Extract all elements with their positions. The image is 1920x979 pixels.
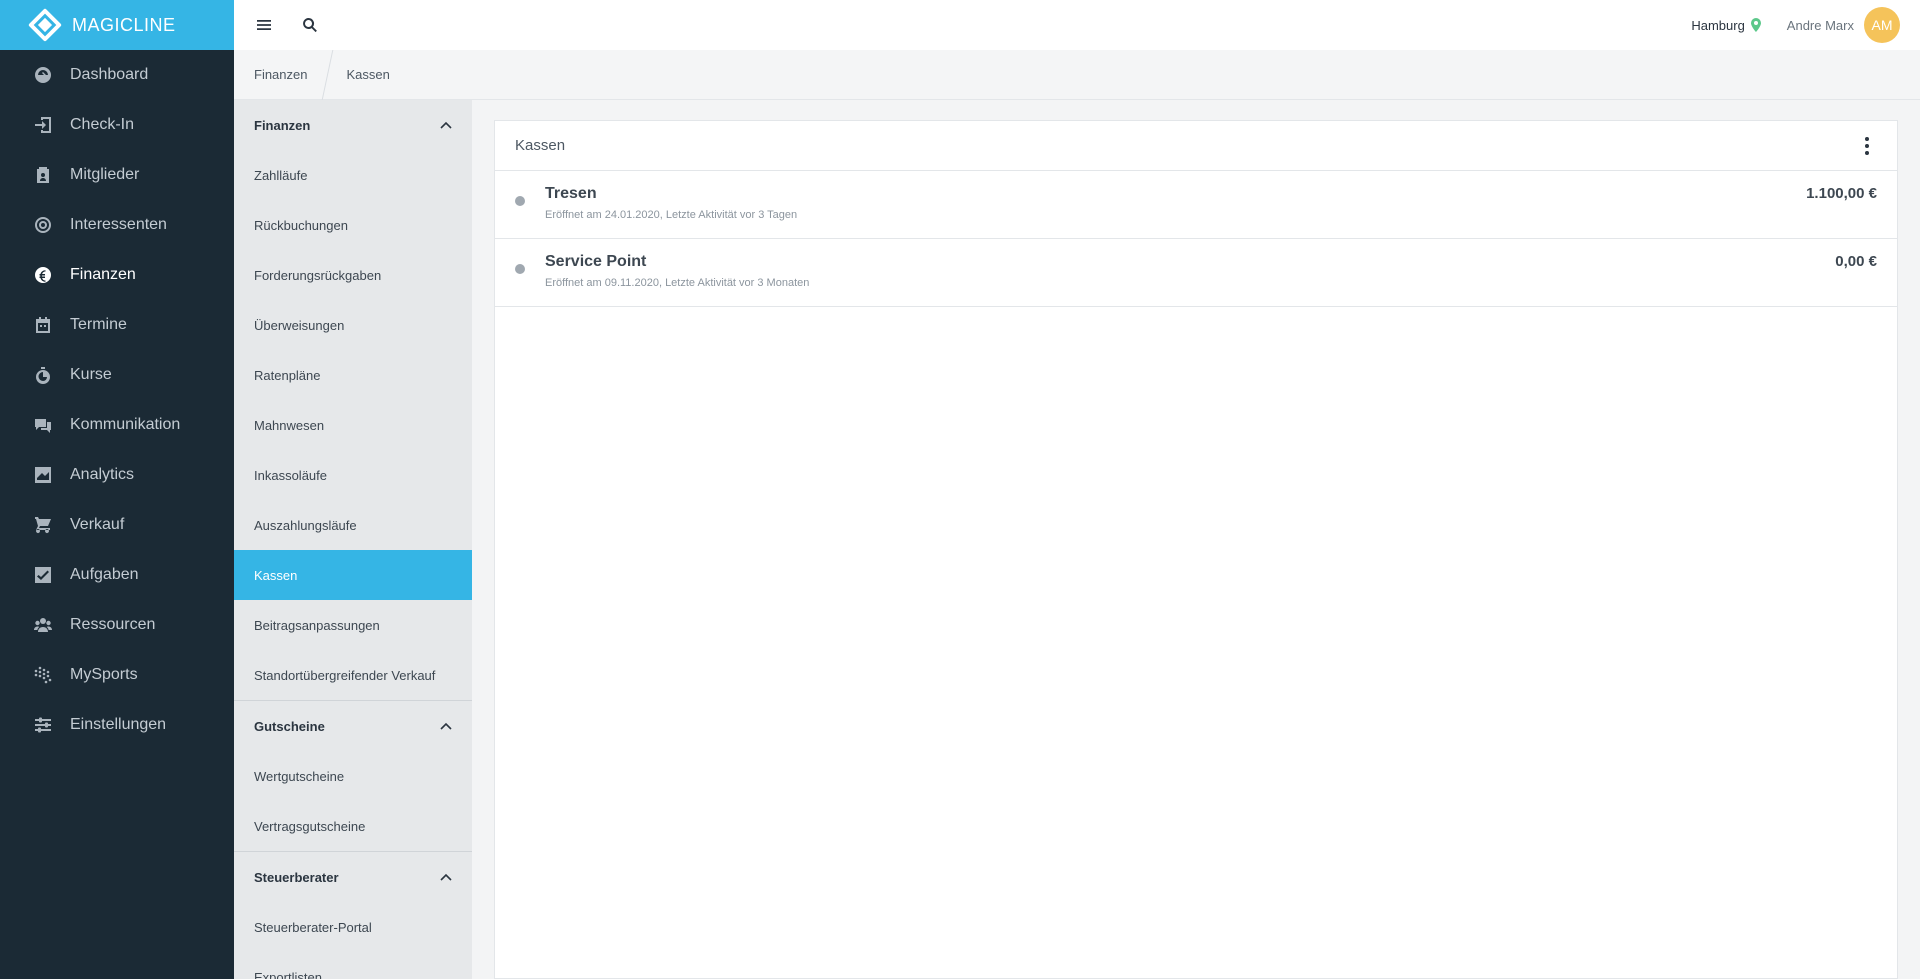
main-nav: Dashboard Check-In Mitglieder Interessen… <box>0 50 234 750</box>
panel-header: Kassen <box>495 121 1897 171</box>
sidebar-item-label: Dashboard <box>70 66 149 83</box>
register-amount: 0,00 € <box>1835 253 1877 270</box>
list-item[interactable]: Tresen Eröffnet am 24.01.2020, Letzte Ak… <box>495 171 1897 239</box>
subnav-item-standortuebergreifender-verkauf[interactable]: Standortübergreifender Verkauf <box>234 650 472 700</box>
sliders-icon <box>34 716 52 734</box>
sidebar-item-interessenten[interactable]: Interessenten <box>0 200 234 250</box>
breadcrumb-item-finanzen[interactable]: Finanzen <box>234 67 307 82</box>
sidebar-item-label: Ressourcen <box>70 616 156 633</box>
register-amount: 1.100,00 € <box>1806 185 1877 202</box>
subnav-section-title: Gutscheine <box>254 718 325 734</box>
search-icon[interactable] <box>301 16 319 34</box>
sidebar-item-ressourcen[interactable]: Ressourcen <box>0 600 234 650</box>
check-in-icon <box>34 116 52 134</box>
status-dot-icon <box>515 196 525 206</box>
sidebar-item-mysports[interactable]: MySports <box>0 650 234 700</box>
sidebar-item-label: Einstellungen <box>70 716 167 733</box>
top-bar: Hamburg Andre Marx AM <box>234 0 1920 50</box>
subnav-item-zahllaeufe[interactable]: Zahlläufe <box>234 150 472 200</box>
subnav-item-rueckbuchungen[interactable]: Rückbuchungen <box>234 200 472 250</box>
calendar-icon <box>34 316 52 334</box>
subnav-section-title: Finanzen <box>254 117 311 133</box>
sidebar-item-kommunikation[interactable]: Kommunikation <box>0 400 234 450</box>
location-label: Hamburg <box>1691 17 1745 33</box>
list-item[interactable]: Service Point Eröffnet am 09.11.2020, Le… <box>495 239 1897 307</box>
subnav-item-vertragsgutscheine[interactable]: Vertragsgutscheine <box>234 801 472 851</box>
subnav-section-finanzen[interactable]: Finanzen <box>234 100 472 150</box>
subnav-item-ueberweisungen[interactable]: Überweisungen <box>234 300 472 350</box>
sidebar-item-label: Mitglieder <box>70 166 140 183</box>
chat-icon <box>34 416 52 434</box>
brand-header[interactable]: MAGICLINE <box>0 0 234 50</box>
sidebar-item-aufgaben[interactable]: Aufgaben <box>0 550 234 600</box>
sidebar-item-label: Kurse <box>70 366 112 383</box>
sidebar-item-label: Analytics <box>70 466 135 483</box>
breadcrumb-item-kassen: Kassen <box>346 67 390 82</box>
sidebar-item-label: Interessenten <box>70 216 167 233</box>
sidebar-item-label: Check-In <box>70 116 135 133</box>
subnav-item-forderungsrueckgaben[interactable]: Forderungsrückgaben <box>234 250 472 300</box>
subnav-item-steuerberater-portal[interactable]: Steuerberater-Portal <box>234 902 472 952</box>
subnav-item-kassen[interactable]: Kassen <box>234 550 472 600</box>
page-title: Kassen <box>515 137 566 154</box>
chevron-up-icon <box>440 722 452 730</box>
subnav-item-exportlisten[interactable]: Exportlisten <box>234 952 472 979</box>
sidebar-item-label: Finanzen <box>70 266 136 283</box>
subnav-section-title: Steuerberater <box>254 869 339 885</box>
hamburger-menu-icon[interactable] <box>255 16 273 34</box>
group-icon <box>34 616 52 634</box>
sidebar-item-label: Kommunikation <box>70 416 181 433</box>
members-icon <box>34 166 52 184</box>
sidebar-item-finanzen[interactable]: Finanzen <box>0 250 234 300</box>
sidebar-item-label: Aufgaben <box>70 566 139 583</box>
subnav-item-beitragsanpassungen[interactable]: Beitragsanpassungen <box>234 600 472 650</box>
sidebar-item-dashboard[interactable]: Dashboard <box>0 50 234 100</box>
sidebar-item-label: Termine <box>70 316 127 333</box>
euro-icon <box>34 266 52 284</box>
sidebar-item-einstellungen[interactable]: Einstellungen <box>0 700 234 750</box>
subnav-item-inkassolaeufe[interactable]: Inkassoläufe <box>234 450 472 500</box>
chevron-up-icon <box>440 121 452 129</box>
sidebar-item-check-in[interactable]: Check-In <box>0 100 234 150</box>
chart-icon <box>34 466 52 484</box>
avatar[interactable]: AM <box>1864 7 1900 43</box>
cart-icon <box>34 516 52 534</box>
location-pin-icon <box>1750 18 1761 32</box>
sidebar-item-label: Verkauf <box>70 516 125 533</box>
location-selector[interactable]: Hamburg <box>1691 17 1761 33</box>
dots-grid-icon <box>34 666 52 684</box>
sidebar-item-analytics[interactable]: Analytics <box>0 450 234 500</box>
more-options-icon[interactable] <box>1857 135 1877 157</box>
chevron-up-icon <box>440 873 452 881</box>
magicline-logo-icon <box>28 8 62 42</box>
subnav-section-gutscheine[interactable]: Gutscheine <box>234 701 472 751</box>
cash-registers-panel: Kassen Tresen Eröffnet am 24.01.2020, Le… <box>494 120 1898 979</box>
sidebar-item-verkauf[interactable]: Verkauf <box>0 500 234 550</box>
stopwatch-icon <box>34 366 52 384</box>
main-sidebar: MAGICLINE Dashboard Check-In Mitglieder … <box>0 0 234 979</box>
subnav-item-wertgutscheine[interactable]: Wertgutscheine <box>234 751 472 801</box>
top-bar-right: Hamburg Andre Marx AM <box>1691 0 1900 50</box>
finance-subnav: Finanzen Zahlläufe Rückbuchungen Forderu… <box>234 100 472 979</box>
brand-name: MAGICLINE <box>72 14 176 35</box>
breadcrumb: Finanzen Kassen <box>234 49 1920 100</box>
sidebar-item-label: MySports <box>70 666 138 683</box>
user-name[interactable]: Andre Marx <box>1787 18 1854 33</box>
prospects-icon <box>34 216 52 234</box>
dashboard-icon <box>34 66 52 84</box>
sidebar-item-mitglieder[interactable]: Mitglieder <box>0 150 234 200</box>
register-name: Service Point <box>545 253 647 270</box>
sidebar-item-termine[interactable]: Termine <box>0 300 234 350</box>
register-meta: Eröffnet am 24.01.2020, Letzte Aktivität… <box>545 209 798 221</box>
register-meta: Eröffnet am 09.11.2020, Letzte Aktivität… <box>545 277 810 289</box>
subnav-item-mahnwesen[interactable]: Mahnwesen <box>234 400 472 450</box>
subnav-item-auszahlungslaeufe[interactable]: Auszahlungsläufe <box>234 500 472 550</box>
subnav-section-steuerberater[interactable]: Steuerberater <box>234 852 472 902</box>
subnav-item-ratenplaene[interactable]: Ratenpläne <box>234 350 472 400</box>
status-dot-icon <box>515 264 525 274</box>
checkbox-icon <box>34 566 52 584</box>
sidebar-item-kurse[interactable]: Kurse <box>0 350 234 400</box>
register-name: Tresen <box>545 185 597 202</box>
